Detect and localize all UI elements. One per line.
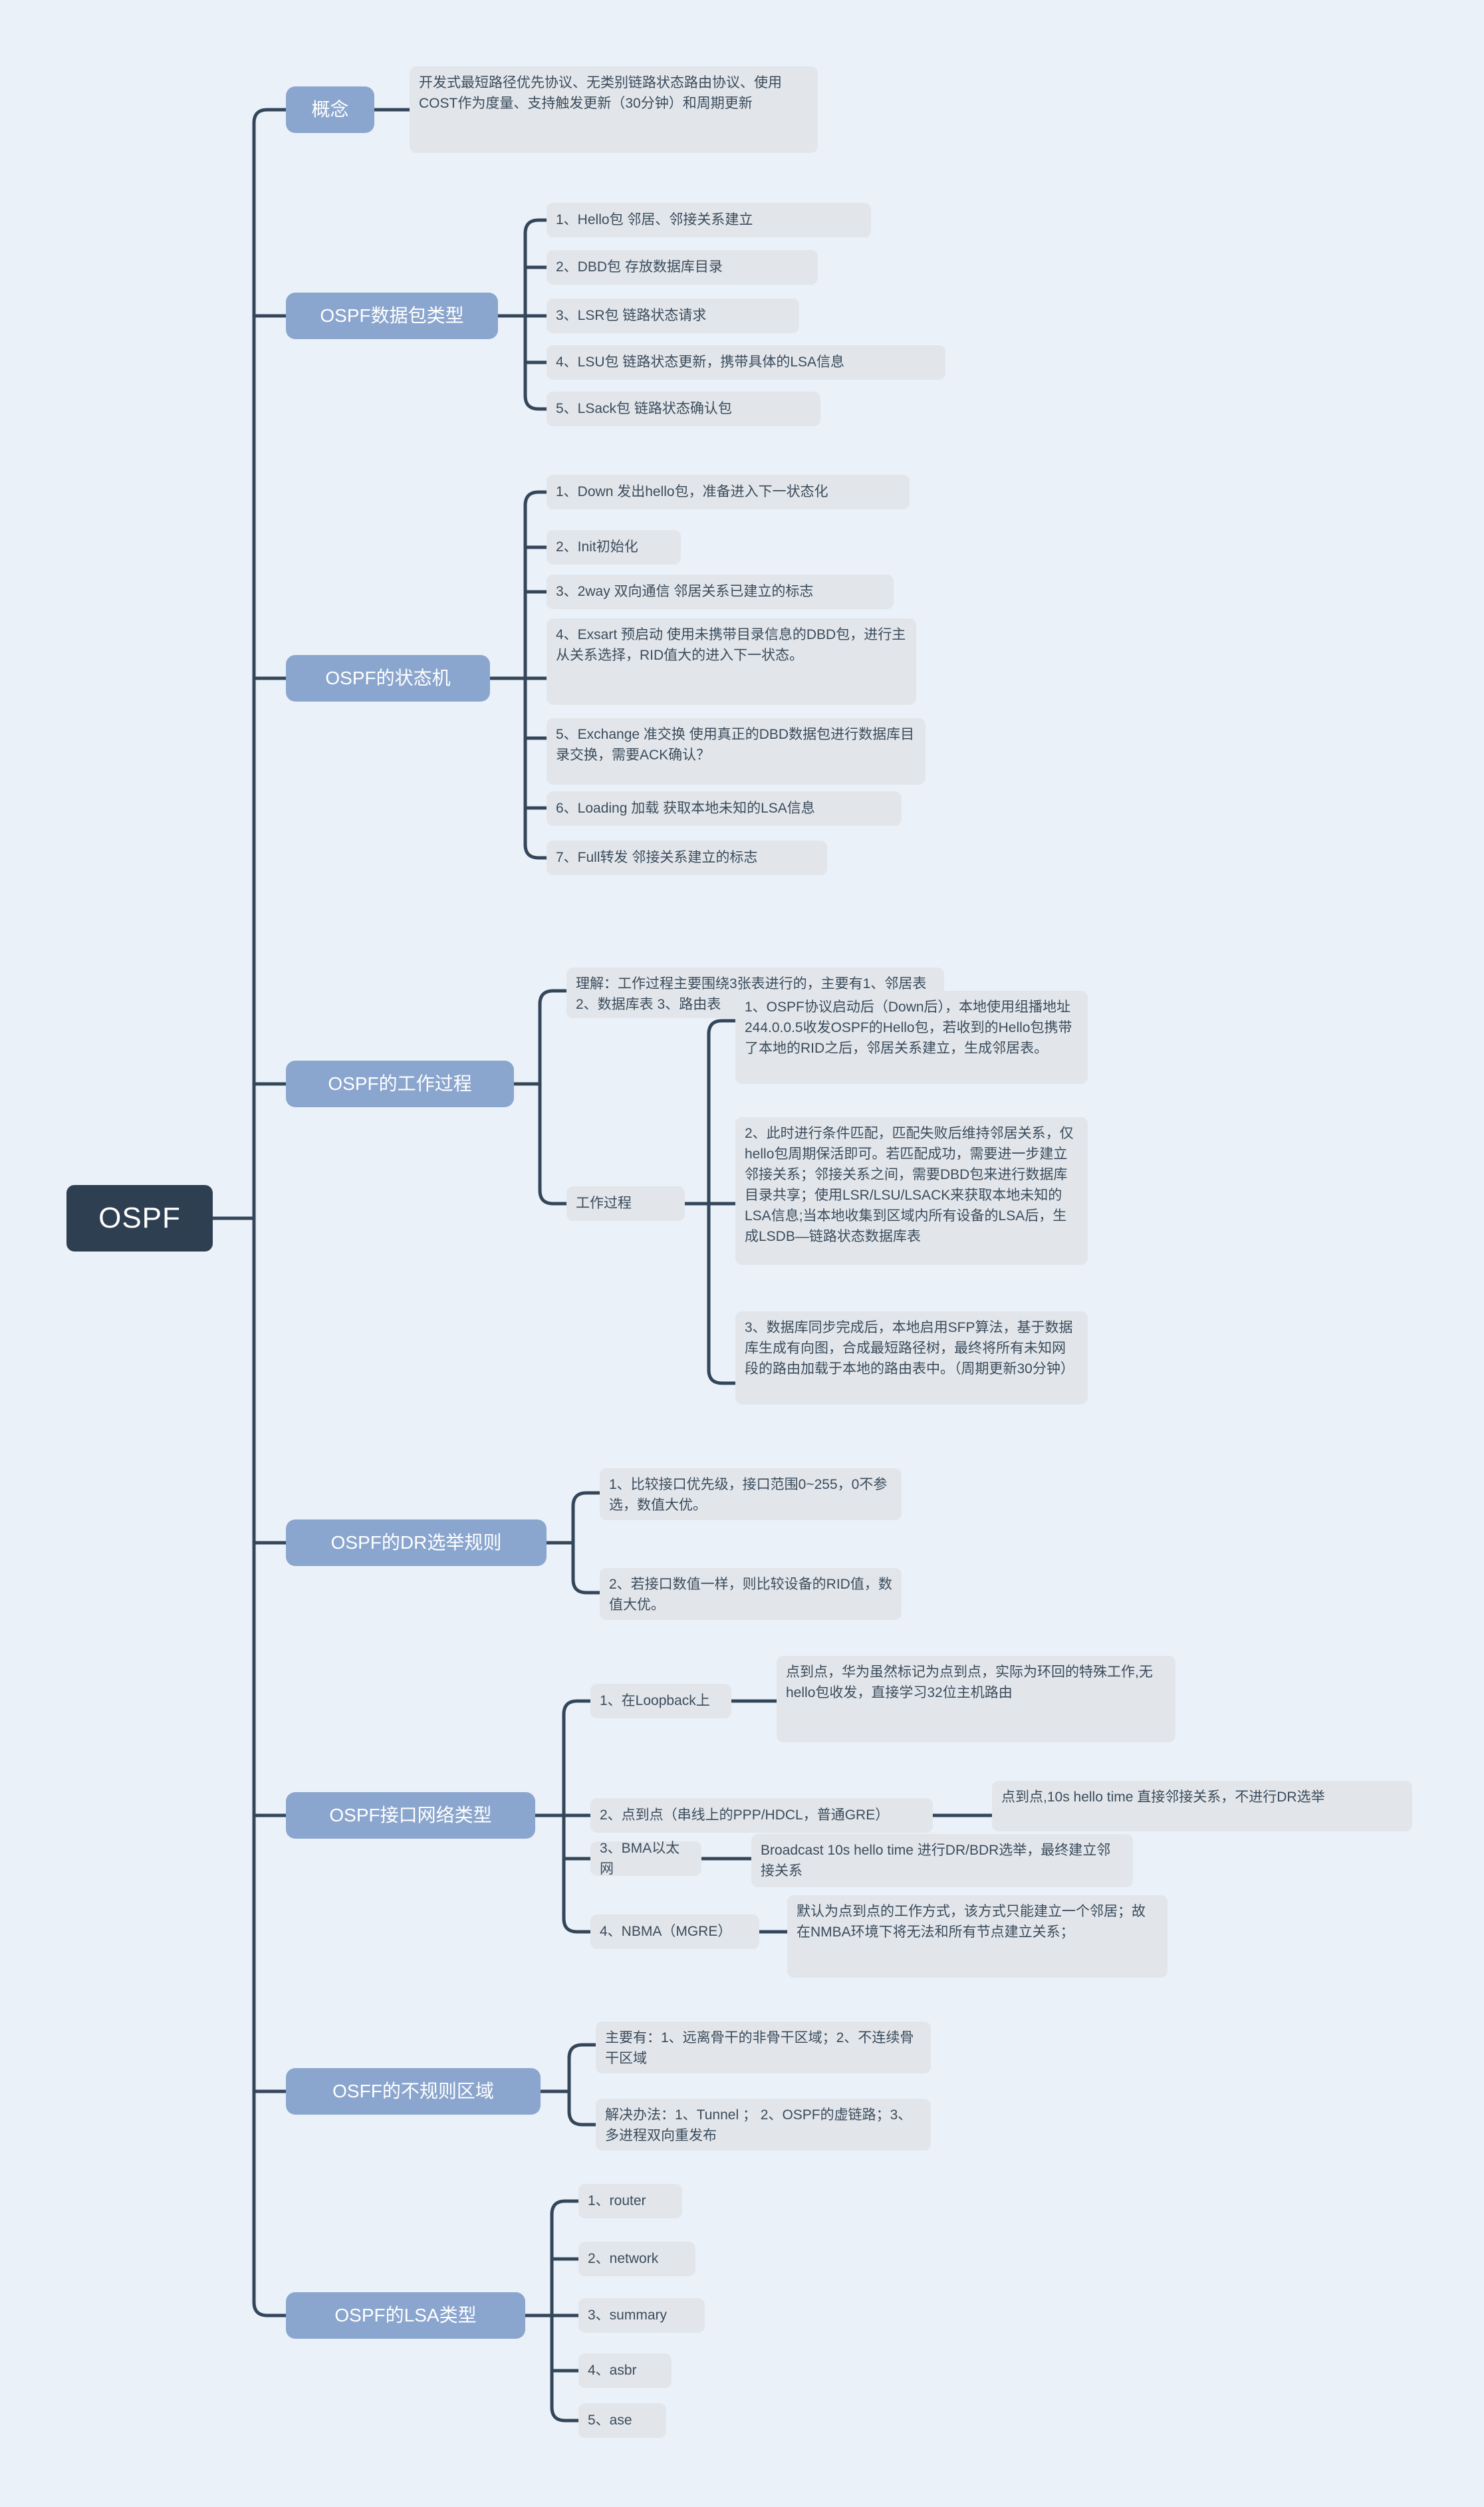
dr-rule-item[interactable]: 1、比较接口优先级，接口范围0~255，0不参选，数值大优。 xyxy=(600,1468,902,1520)
branch-work-process-label: OSPF的工作过程 xyxy=(328,1073,472,1095)
state-item[interactable]: 4、Exsart 预启动 使用未携带目录信息的DBD包，进行主从关系选择，RID… xyxy=(547,618,916,705)
branch-dr-election-label: OSPF的DR选举规则 xyxy=(330,1532,502,1553)
branch-concept-label: 概念 xyxy=(311,99,349,120)
interface-type-description[interactable]: 点到点,10s hello time 直接邻接关系，不进行DR选举 xyxy=(992,1781,1412,1831)
irregular-area-item[interactable]: 主要有：1、远离骨干的非骨干区域；2、不连续骨干区域 xyxy=(596,2022,931,2073)
work-process-steps-group[interactable]: 工作过程 xyxy=(566,1186,685,1221)
branch-interface-types[interactable]: OSPF接口网络类型 xyxy=(286,1792,535,1839)
lsa-type-item[interactable]: 3、summary xyxy=(578,2298,705,2333)
work-process-step[interactable]: 3、数据库同步完成后，本地启用SFP算法，基于数据库生成有向图，合成最短路径树，… xyxy=(735,1311,1088,1404)
interface-type-item[interactable]: 1、在Loopback上 xyxy=(590,1684,731,1718)
interface-type-item[interactable]: 2、点到点（串线上的PPP/HDCL，普通GRE） xyxy=(590,1798,933,1833)
state-item[interactable]: 2、Init初始化 xyxy=(547,530,681,565)
concept-description[interactable]: 开发式最短路径优先协议、无类别链路状态路由协议、使用COST作为度量、支持触发更… xyxy=(410,66,818,153)
dr-rule-item[interactable]: 2、若接口数值一样，则比较设备的RID值，数值大优。 xyxy=(600,1568,902,1620)
state-item[interactable]: 1、Down 发出hello包，准备进入下一状态化 xyxy=(547,475,910,509)
lsa-type-item[interactable]: 1、router xyxy=(578,2184,682,2218)
branch-lsa-types-label: OSPF的LSA类型 xyxy=(334,2305,477,2326)
lsa-type-item[interactable]: 5、ase xyxy=(578,2403,666,2438)
state-item[interactable]: 7、Full转发 邻接关系建立的标志 xyxy=(547,841,827,875)
branch-state-machine-label: OSPF的状态机 xyxy=(325,668,451,689)
state-item[interactable]: 5、Exchange 准交换 使用真正的DBD数据包进行数据库目录交换，需要AC… xyxy=(547,718,926,785)
lsa-type-item[interactable]: 2、network xyxy=(578,2242,695,2276)
mindmap-canvas: OSPF 概念 开发式最短路径优先协议、无类别链路状态路由协议、使用COST作为… xyxy=(0,0,1484,2507)
branch-packet-types[interactable]: OSPF数据包类型 xyxy=(286,293,498,339)
state-item[interactable]: 6、Loading 加载 获取本地未知的LSA信息 xyxy=(547,791,902,826)
branch-lsa-types[interactable]: OSPF的LSA类型 xyxy=(286,2292,525,2339)
work-process-step[interactable]: 1、OSPF协议启动后（Down后），本地使用组播地址244.0.0.5收发OS… xyxy=(735,991,1088,1084)
branch-work-process[interactable]: OSPF的工作过程 xyxy=(286,1061,514,1107)
packet-type-item[interactable]: 3、LSR包 链路状态请求 xyxy=(547,299,799,333)
root-node[interactable]: OSPF xyxy=(66,1185,213,1252)
interface-type-description[interactable]: 点到点，华为虽然标记为点到点，实际为环回的特殊工作,无hello包收发，直接学习… xyxy=(777,1656,1175,1742)
state-item[interactable]: 3、2way 双向通信 邻居关系已建立的标志 xyxy=(547,575,894,609)
packet-type-item[interactable]: 5、LSack包 链路状态确认包 xyxy=(547,392,820,426)
work-process-step[interactable]: 2、此时进行条件匹配，匹配失败后维持邻居关系，仅hello包周期保活即可。若匹配… xyxy=(735,1117,1088,1265)
root-label: OSPF xyxy=(98,1202,181,1234)
lsa-type-item[interactable]: 4、asbr xyxy=(578,2353,672,2388)
interface-type-description[interactable]: Broadcast 10s hello time 进行DR/BDR选举，最终建立… xyxy=(751,1834,1133,1887)
packet-type-item[interactable]: 1、Hello包 邻居、邻接关系建立 xyxy=(547,203,871,237)
branch-interface-types-label: OSPF接口网络类型 xyxy=(329,1805,492,1826)
branch-packet-types-label: OSPF数据包类型 xyxy=(320,305,464,327)
branch-irregular-areas[interactable]: OSFF的不规则区域 xyxy=(286,2068,541,2115)
interface-type-description[interactable]: 默认为点到点的工作方式，该方式只能建立一个邻居；故在NMBA环境下将无法和所有节… xyxy=(787,1895,1168,1978)
branch-state-machine[interactable]: OSPF的状态机 xyxy=(286,655,490,702)
packet-type-item[interactable]: 4、LSU包 链路状态更新，携带具体的LSA信息 xyxy=(547,345,945,380)
irregular-area-item[interactable]: 解决办法：1、Tunnel ； 2、OSPF的虚链路；3、多进程双向重发布 xyxy=(596,2099,931,2151)
interface-type-item[interactable]: 4、NBMA（MGRE） xyxy=(590,1914,759,1949)
branch-dr-election[interactable]: OSPF的DR选举规则 xyxy=(286,1519,547,1566)
branch-irregular-areas-label: OSFF的不规则区域 xyxy=(332,2081,494,2102)
packet-type-item[interactable]: 2、DBD包 存放数据库目录 xyxy=(547,250,818,285)
branch-concept[interactable]: 概念 xyxy=(286,86,374,133)
interface-type-item[interactable]: 3、BMA以太网 xyxy=(590,1841,701,1877)
